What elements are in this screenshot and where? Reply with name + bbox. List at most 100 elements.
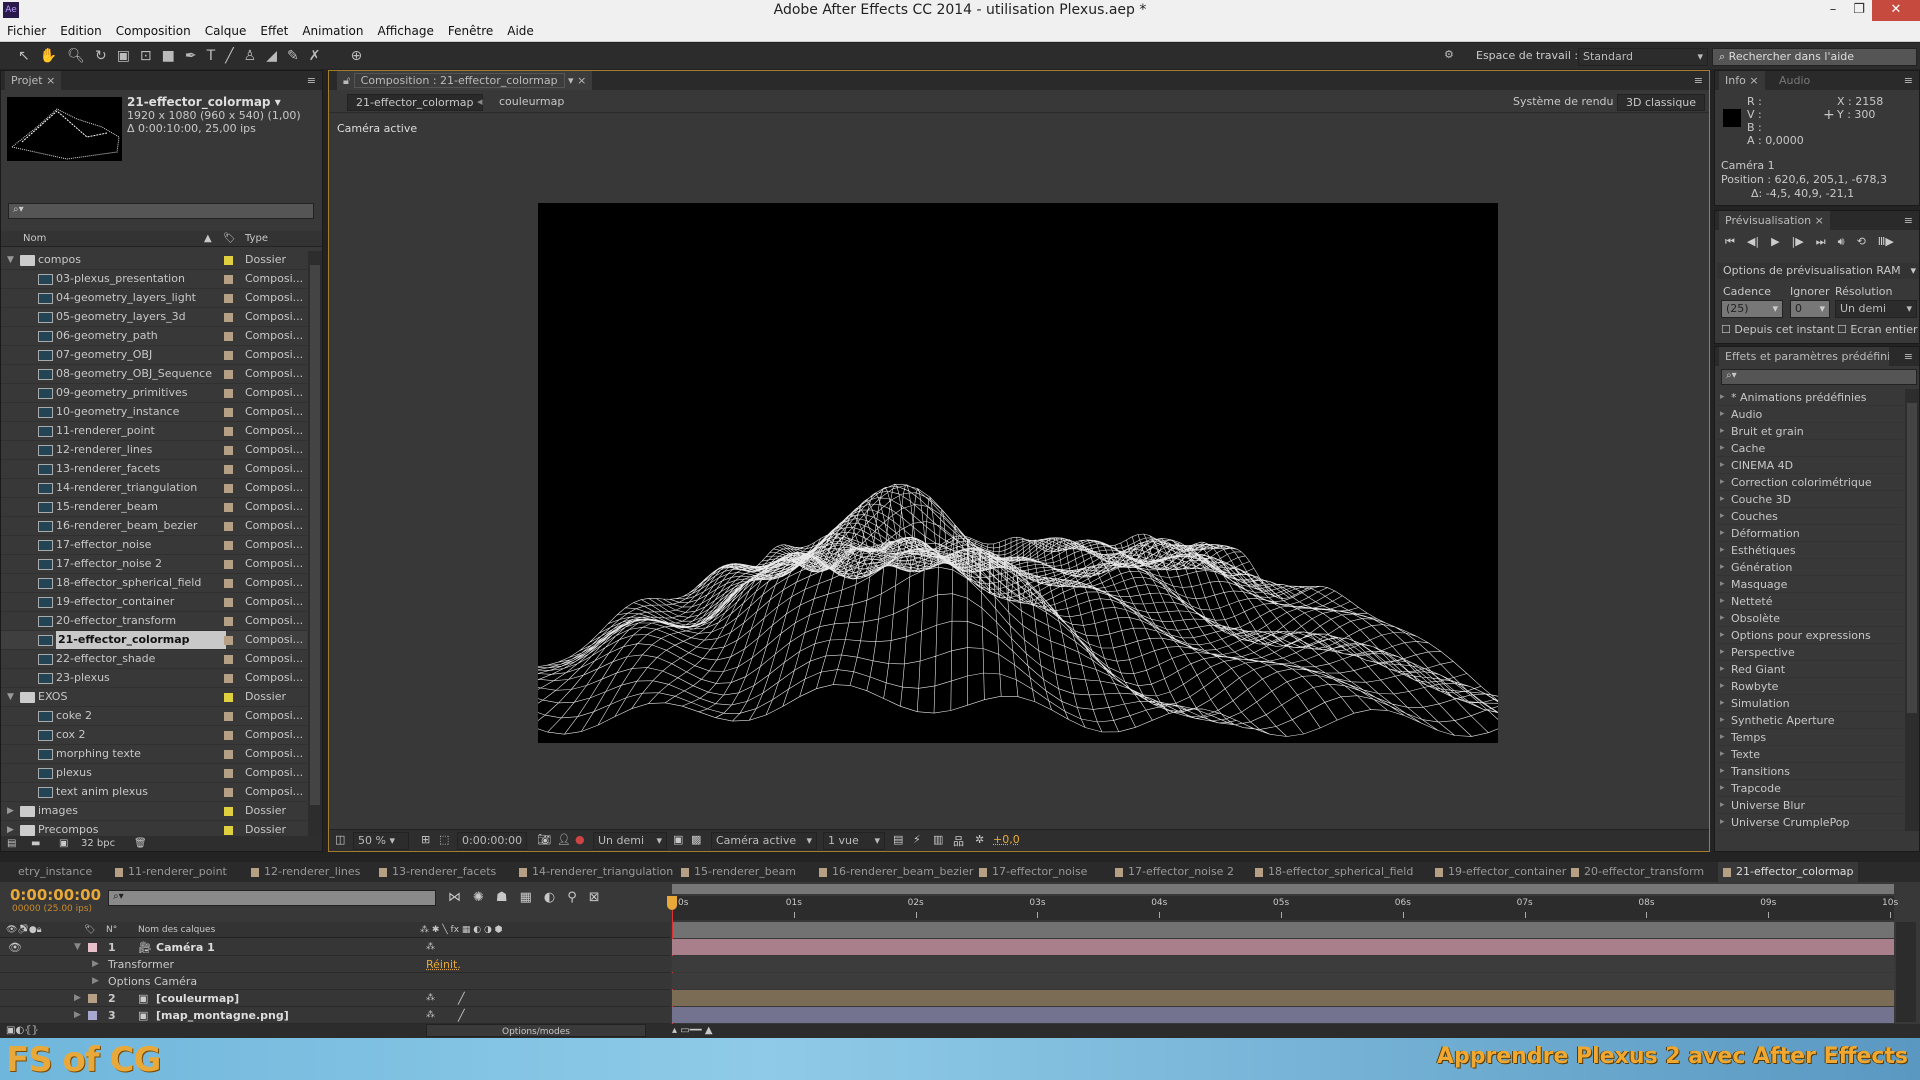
shy-switch-icon[interactable]: ⁂ [426, 990, 435, 1007]
channels-icon[interactable]: ● [575, 833, 585, 846]
effect-category[interactable]: Temps [1717, 729, 1903, 746]
label-color-swatch[interactable] [224, 427, 233, 436]
label-color-swatch[interactable] [224, 256, 233, 265]
property-row[interactable]: ▶ Options Caméra [0, 973, 670, 990]
mask-visibility-icon[interactable]: ⬚ [439, 833, 449, 846]
timeline-tab[interactable]: 18-effector_spherical_field [1250, 862, 1430, 882]
tab-project[interactable]: Projet × [5, 71, 62, 90]
comp-row[interactable]: plexus Composi... [1, 764, 307, 783]
comp-row[interactable]: 11-renderer_point Composi... [1, 422, 307, 441]
folder-row[interactable]: ▶ images Dossier [1, 802, 307, 821]
effect-category[interactable]: Cache [1717, 440, 1903, 457]
timeline-tab[interactable]: 19-effector_container [1430, 862, 1566, 882]
pen-tool-icon[interactable]: ✒ [185, 48, 197, 64]
sort-ascending-icon[interactable]: ▲ [204, 231, 212, 247]
comp-row[interactable]: 19-effector_container Composi... [1, 593, 307, 612]
timeline-tab[interactable]: etry_instance [0, 862, 110, 882]
label-color-swatch[interactable] [224, 598, 233, 607]
layer-row[interactable]: 👁︎ ▼ 1 🎥︎ Caméra 1 ⁂ [0, 939, 670, 956]
label-color-swatch[interactable] [224, 294, 233, 303]
layer-duration-bar[interactable] [672, 939, 1894, 955]
new-folder-icon[interactable]: ▬ [31, 836, 40, 851]
resolution-select[interactable]: Un demi ▾ [1835, 300, 1917, 318]
timeline-tab[interactable]: 12-renderer_lines [246, 862, 374, 882]
comp-row[interactable]: 16-renderer_beam_bezier Composi... [1, 517, 307, 536]
new-comp-icon[interactable]: ▣ [59, 836, 68, 851]
comp-row[interactable]: 21-effector_colormap Composi... [1, 631, 307, 650]
label-color-swatch[interactable] [224, 370, 233, 379]
ram-preview-icon[interactable]: Ⅲ▶ [1878, 235, 1894, 249]
scrollbar-thumb[interactable] [310, 265, 320, 805]
tab-info[interactable]: Info × [1719, 71, 1765, 90]
comp-row[interactable]: 22-effector_shade Composi... [1, 650, 307, 669]
effect-category[interactable]: Netteté [1717, 593, 1903, 610]
pan-behind-tool-icon[interactable]: ⊡ [140, 48, 152, 64]
comp-row[interactable]: 17-effector_noise Composi... [1, 536, 307, 555]
effect-category[interactable]: Masquage [1717, 576, 1903, 593]
effect-category[interactable]: Esthétiques [1717, 542, 1903, 559]
tab-audio[interactable]: Audio [1773, 71, 1817, 90]
view-select[interactable]: Caméra active ▾ [711, 832, 817, 850]
comp-viewer-wireframe[interactable] [538, 203, 1498, 743]
label-tag-icon[interactable]: 🏷︎ [223, 231, 236, 247]
comp-row[interactable]: 09-geometry_primitives Composi... [1, 384, 307, 403]
effect-category[interactable]: Texte [1717, 746, 1903, 763]
col-type[interactable]: Type [245, 231, 268, 247]
timeline-tab[interactable]: 15-renderer_beam [676, 862, 814, 882]
frame-blending-icon[interactable]: ▦ [520, 890, 532, 905]
loop-icon[interactable]: ⟲ [1857, 235, 1866, 249]
folder-row[interactable]: ▼ EXOS Dossier [1, 688, 307, 707]
renderer-button[interactable]: 3D classique [1617, 94, 1706, 111]
label-color-swatch[interactable] [224, 579, 233, 588]
label-color-swatch[interactable] [88, 994, 97, 1003]
label-color-swatch[interactable] [224, 332, 233, 341]
label-color-swatch[interactable] [224, 674, 233, 683]
effect-category[interactable]: Universe CrumplePop [1717, 814, 1903, 831]
shy-switch-icon[interactable]: ⁂ [426, 1007, 435, 1024]
reset-link[interactable]: Réinit. [426, 956, 461, 973]
layer-switches-toggle-icon[interactable]: ▣◐⦃⦄ [6, 1024, 39, 1038]
comp-row[interactable]: morphing texte Composi... [1, 745, 307, 764]
comp-row[interactable]: cox 2 Composi... [1, 726, 307, 745]
label-color-swatch[interactable] [224, 731, 233, 740]
label-color-swatch[interactable] [224, 636, 233, 645]
from-now-checkbox[interactable]: ☐ Depuis cet instant [1721, 323, 1835, 336]
always-preview-icon[interactable]: ◫ [335, 833, 345, 846]
layer-duration-bar[interactable] [672, 990, 1894, 1006]
effects-search-input[interactable]: ⌕▾ [1721, 369, 1917, 385]
eraser-tool-icon[interactable]: ◢ [266, 48, 277, 64]
expand-triangle-icon[interactable]: ▶ [92, 973, 99, 990]
menu-item[interactable]: Fichier [7, 21, 46, 41]
roto-brush-tool-icon[interactable]: ✎ [287, 48, 299, 64]
puppet-tool-icon[interactable]: ✗ [309, 48, 321, 64]
label-color-swatch[interactable] [224, 503, 233, 512]
comp-row[interactable]: coke 2 Composi... [1, 707, 307, 726]
ignore-select[interactable]: 0 ▾ [1790, 300, 1830, 318]
fullscreen-checkbox[interactable]: ☐ Ecran entier [1837, 323, 1918, 336]
menu-item[interactable]: Animation [302, 21, 363, 41]
comp-row[interactable]: 13-renderer_facets Composi... [1, 460, 307, 479]
label-color-swatch[interactable] [224, 484, 233, 493]
comp-row[interactable]: 17-effector_noise 2 Composi... [1, 555, 307, 574]
effect-category[interactable]: Rowbyte [1717, 678, 1903, 695]
toggle-pixel-aspect-icon[interactable]: ▤ [893, 833, 903, 846]
close-icon[interactable]: × [46, 74, 55, 87]
playhead-handle[interactable] [667, 896, 677, 910]
shy-icon[interactable]: ☗ [496, 890, 508, 905]
expanded-triangle-icon[interactable]: ▼ [74, 939, 81, 956]
zoom-select[interactable]: 50 % ▾ [353, 832, 409, 850]
property-row[interactable]: ▶ Transformer Réinit. [0, 956, 670, 973]
label-color-swatch[interactable] [224, 712, 233, 721]
timeline-scrollbar[interactable] [1896, 922, 1916, 1022]
tab-effects[interactable]: Effets et paramètres prédéfinis [1719, 347, 1889, 366]
graph-editor-icon[interactable]: ⊠ [589, 890, 600, 905]
effect-category[interactable]: Transitions [1717, 763, 1903, 780]
label-color-swatch[interactable] [224, 408, 233, 417]
collapsed-triangle-icon[interactable]: ▶ [7, 802, 14, 820]
layer-row[interactable]: ▶ 3 ▣ [map_montagne.png] ⁂ ╱ [0, 1007, 670, 1024]
scrollbar-thumb[interactable] [1907, 403, 1917, 713]
work-area-bar[interactable] [672, 884, 1894, 894]
comp-row[interactable]: text anim plexus Composi... [1, 783, 307, 802]
effect-category[interactable]: Couches [1717, 508, 1903, 525]
effect-category[interactable]: Bruit et grain [1717, 423, 1903, 440]
